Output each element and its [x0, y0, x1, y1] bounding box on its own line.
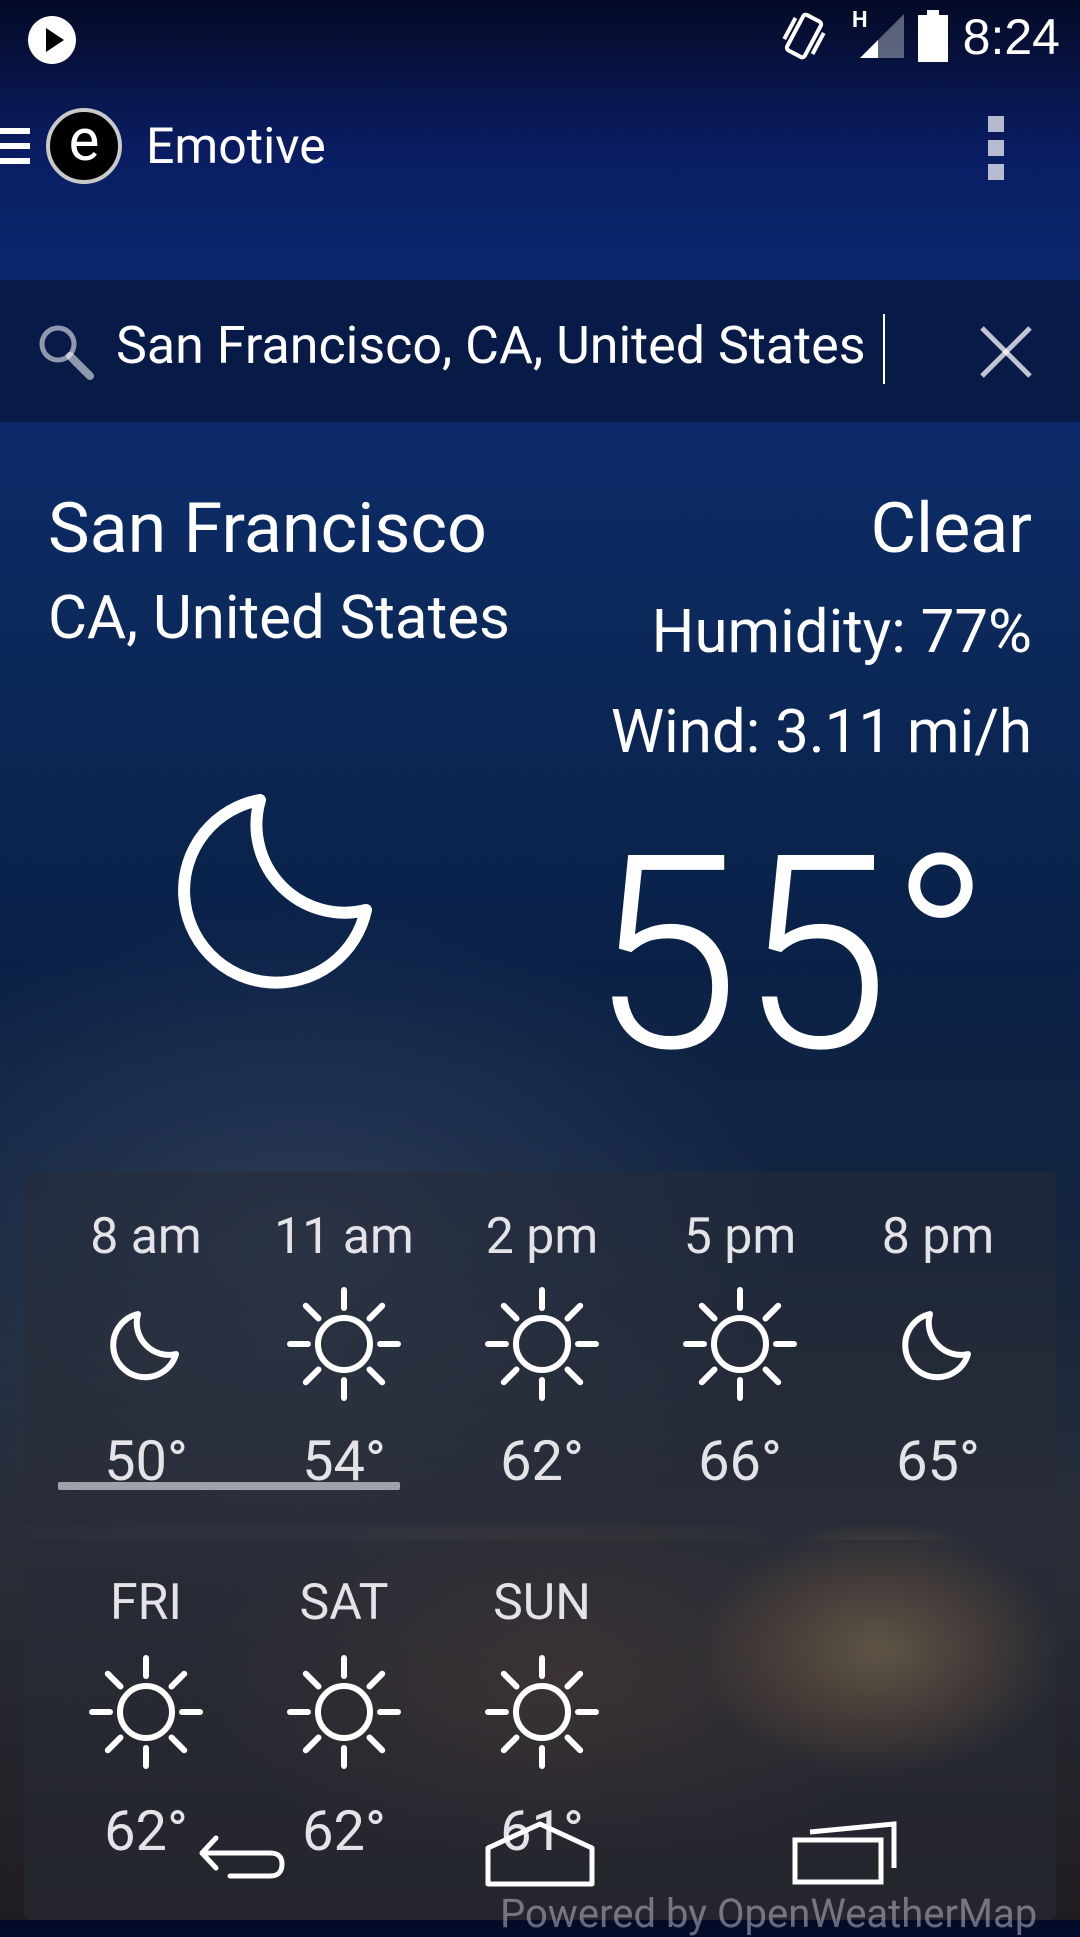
- humidity-text: Humidity: 77%: [651, 596, 1032, 667]
- search-input[interactable]: [116, 315, 896, 376]
- moon-icon: [178, 794, 372, 989]
- battery-icon: [918, 10, 948, 62]
- moon-icon: [878, 1284, 998, 1404]
- weather-condition: Clear: [870, 488, 1033, 570]
- close-icon[interactable]: [976, 322, 1036, 382]
- sun-icon: [680, 1284, 800, 1404]
- region-name: CA, United States: [48, 582, 510, 653]
- sun-icon: [284, 1284, 404, 1404]
- vibrate-icon: [782, 12, 826, 60]
- back-button[interactable]: [190, 1818, 290, 1888]
- status-bar: H 8:24: [0, 0, 1080, 75]
- status-time: 8:24: [962, 9, 1060, 65]
- signal-icon: [860, 14, 904, 58]
- hourly-time: 5 pm: [683, 1208, 797, 1266]
- search-icon: [39, 325, 94, 380]
- home-button[interactable]: [484, 1818, 596, 1888]
- current-temperature: 55°: [590, 797, 992, 1113]
- hourly-time: 11 am: [274, 1208, 414, 1266]
- play-icon: [28, 16, 76, 64]
- powered-by-text: Powered by OpenWeatherMap: [500, 1890, 1038, 1937]
- daily-day: SUN: [493, 1574, 591, 1632]
- sun-icon: [284, 1652, 404, 1772]
- menu-icon[interactable]: [0, 126, 30, 166]
- moon-icon: [86, 1284, 206, 1404]
- recents-button[interactable]: [790, 1818, 900, 1888]
- wind-text: Wind: 3.11 mi/h: [610, 696, 1032, 767]
- hourly-temp: 62°: [500, 1428, 584, 1494]
- sun-icon: [482, 1284, 602, 1404]
- app-logo[interactable]: e: [46, 108, 122, 184]
- daily-day: SAT: [299, 1574, 389, 1632]
- city-name: San Francisco: [48, 488, 487, 570]
- scroll-indicator[interactable]: [58, 1482, 400, 1490]
- hourly-temp: 65°: [896, 1428, 980, 1494]
- hourly-time: 8 am: [90, 1208, 202, 1266]
- sun-icon: [86, 1652, 206, 1772]
- app-logo-letter: e: [68, 107, 100, 175]
- hourly-time: 8 pm: [881, 1208, 995, 1266]
- hourly-time: 2 pm: [485, 1208, 599, 1266]
- text-cursor: [883, 314, 885, 384]
- app-title: Emotive: [146, 118, 326, 176]
- daily-day: FRI: [109, 1574, 183, 1632]
- hourly-temp: 66°: [698, 1428, 782, 1494]
- sun-icon: [482, 1652, 602, 1772]
- overflow-menu-icon[interactable]: [988, 116, 1004, 180]
